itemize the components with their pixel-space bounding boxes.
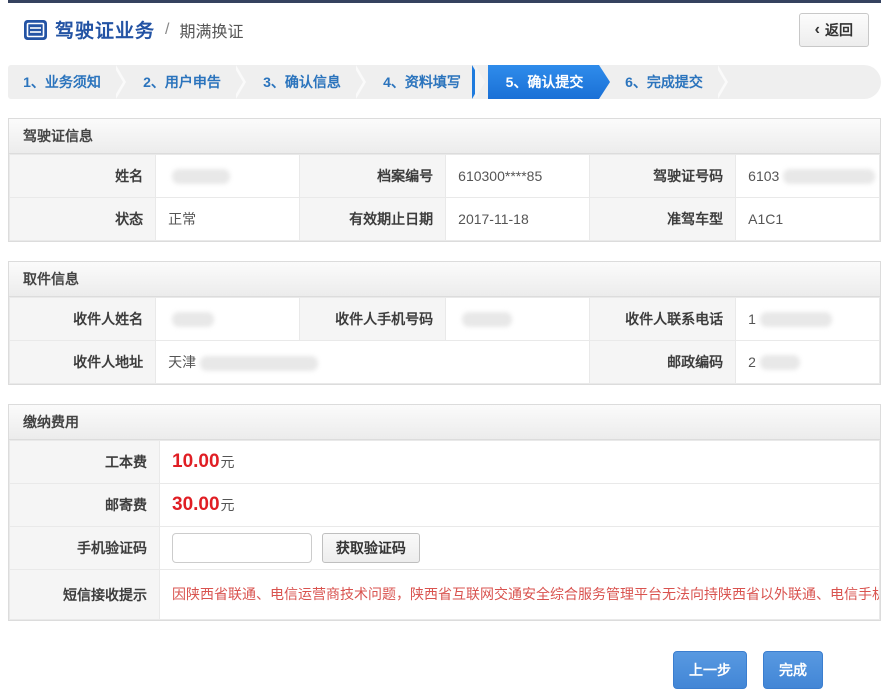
- vehicle-type-value: A1C1: [736, 198, 880, 241]
- redacted-text: [172, 169, 230, 184]
- recipient-address-value: 天津: [156, 341, 590, 384]
- license-info-section-title: 驾驶证信息: [9, 119, 880, 154]
- license-number-label: 驾驶证号码: [590, 155, 736, 198]
- license-info-table: 姓名 档案编号 610300****85 驾驶证号码 6103 状态 正常 有效…: [9, 154, 880, 241]
- pickup-info-section-title: 取件信息: [9, 262, 880, 297]
- name-value: [156, 155, 300, 198]
- page-title: 驾驶证业务: [55, 16, 155, 43]
- name-label: 姓名: [10, 155, 156, 198]
- redacted-text: [462, 312, 512, 327]
- recipient-mobile-label: 收件人手机号码: [300, 298, 446, 341]
- step-1-business-notice[interactable]: 1、业务须知: [8, 65, 116, 99]
- recipient-phone-label: 收件人联系电话: [590, 298, 736, 341]
- breadcrumb-separator: /: [163, 21, 171, 39]
- postal-code-value: 2: [736, 341, 880, 384]
- license-services-icon: [24, 20, 47, 40]
- table-row: 短信接收提示 因陕西省联通、电信运营商技术问题，陕西省互联网交通安全综合服务管理…: [10, 570, 880, 620]
- file-number-value: 610300****85: [446, 155, 590, 198]
- sms-notice-label: 短信接收提示: [10, 570, 160, 620]
- previous-step-button[interactable]: 上一步: [673, 651, 747, 689]
- postage-fee-label: 邮寄费: [10, 484, 160, 527]
- topbar: 驾驶证业务 / 期满换证 ‹ 返回: [8, 0, 881, 56]
- status-label: 状态: [10, 198, 156, 241]
- postal-code-label: 邮政编码: [590, 341, 736, 384]
- step-3-confirm-info[interactable]: 3、确认信息: [248, 65, 356, 99]
- back-button[interactable]: ‹ 返回: [799, 13, 869, 47]
- redacted-text: [760, 355, 800, 370]
- file-number-label: 档案编号: [300, 155, 446, 198]
- bottom-actions: 上一步 完成: [8, 651, 881, 689]
- valid-until-label: 有效期止日期: [300, 198, 446, 241]
- page: 驾驶证业务 / 期满换证 ‹ 返回 1、业务须知 2、用户申告 3、确认信息 4…: [0, 0, 889, 689]
- step-separator-icon: [236, 65, 248, 99]
- license-number-value: 6103: [736, 155, 880, 198]
- recipient-phone-value: 1: [736, 298, 880, 341]
- back-chevron-icon: ‹: [815, 22, 820, 38]
- sms-notice-text: 因陕西省联通、电信运营商技术问题，陕西省互联网交通安全综合服务管理平台无法向持陕…: [160, 570, 880, 620]
- fees-section: 缴纳费用 工本费 10.00元 邮寄费 30.00元 手机验证码 获取验证码 短…: [8, 404, 881, 621]
- vehicle-type-label: 准驾车型: [590, 198, 736, 241]
- recipient-name-value: [156, 298, 300, 341]
- sms-code-label: 手机验证码: [10, 527, 160, 570]
- sms-code-cell: 获取验证码: [160, 527, 880, 570]
- step-separator-icon: [718, 65, 730, 99]
- status-value: 正常: [156, 198, 300, 241]
- finish-button[interactable]: 完成: [763, 651, 823, 689]
- pickup-info-table: 收件人姓名 收件人手机号码 收件人联系电话 1 收件人地址 天津 邮政编码 2: [9, 297, 880, 384]
- table-row: 姓名 档案编号 610300****85 驾驶证号码 6103: [10, 155, 880, 198]
- table-row: 邮寄费 30.00元: [10, 484, 880, 527]
- table-row: 收件人地址 天津 邮政编码 2: [10, 341, 880, 384]
- sms-code-input[interactable]: [172, 533, 312, 563]
- table-row: 状态 正常 有效期止日期 2017-11-18 准驾车型 A1C1: [10, 198, 880, 241]
- recipient-address-label: 收件人地址: [10, 341, 156, 384]
- fees-table: 工本费 10.00元 邮寄费 30.00元 手机验证码 获取验证码 短信接收提示…: [9, 440, 880, 620]
- table-row: 收件人姓名 收件人手机号码 收件人联系电话 1: [10, 298, 880, 341]
- step-separator-icon: [356, 65, 368, 99]
- step-4-fill-materials[interactable]: 4、资料填写: [368, 65, 476, 99]
- stepbar-filler: [730, 65, 881, 99]
- table-row: 手机验证码 获取验证码: [10, 527, 880, 570]
- get-sms-code-button[interactable]: 获取验证码: [322, 533, 420, 563]
- license-info-section: 驾驶证信息 姓名 档案编号 610300****85 驾驶证号码 6103 状态…: [8, 118, 881, 242]
- step-2-user-declaration[interactable]: 2、用户申告: [128, 65, 236, 99]
- recipient-name-label: 收件人姓名: [10, 298, 156, 341]
- production-fee-value: 10.00元: [160, 441, 880, 484]
- pickup-info-section: 取件信息 收件人姓名 收件人手机号码 收件人联系电话 1 收件人地址 天津 邮政…: [8, 261, 881, 385]
- table-row: 工本费 10.00元: [10, 441, 880, 484]
- fees-section-title: 缴纳费用: [9, 405, 880, 440]
- step-progress-bar: 1、业务须知 2、用户申告 3、确认信息 4、资料填写 5、确认提交 6、完成提…: [8, 65, 881, 99]
- breadcrumb-current: 期满换证: [179, 18, 243, 42]
- production-fee-unit: 元: [221, 454, 235, 470]
- redacted-text: [172, 312, 214, 327]
- recipient-mobile-value: [446, 298, 590, 341]
- valid-until-value: 2017-11-18: [446, 198, 590, 241]
- redacted-text: [760, 312, 832, 327]
- postage-fee-amount: 30.00: [172, 494, 220, 515]
- postal-code-text: 2: [748, 354, 756, 370]
- step-separator-icon: [476, 65, 488, 99]
- step-6-complete-submit[interactable]: 6、完成提交: [610, 65, 718, 99]
- breadcrumb: 驾驶证业务 / 期满换证: [24, 16, 243, 43]
- redacted-text: [200, 356, 318, 371]
- recipient-address-text: 天津: [168, 354, 196, 370]
- step-separator-icon: [116, 65, 128, 99]
- production-fee-amount: 10.00: [172, 451, 220, 472]
- step-5-confirm-submit-active[interactable]: 5、确认提交: [488, 65, 610, 99]
- license-number-text: 6103: [748, 168, 779, 184]
- postage-fee-value: 30.00元: [160, 484, 880, 527]
- postage-fee-unit: 元: [221, 497, 235, 513]
- recipient-phone-text: 1: [748, 311, 756, 327]
- production-fee-label: 工本费: [10, 441, 160, 484]
- back-button-label: 返回: [825, 20, 853, 40]
- redacted-text: [783, 169, 875, 184]
